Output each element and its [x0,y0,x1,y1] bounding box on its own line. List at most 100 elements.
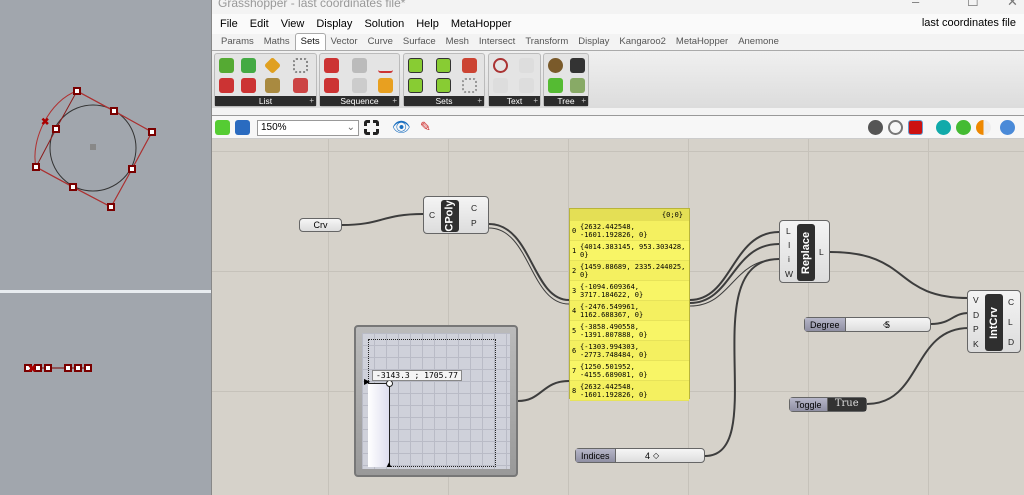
set-majority-icon[interactable] [436,78,451,93]
graft-icon[interactable] [570,78,585,93]
list-component-icon[interactable] [219,58,234,73]
input-port[interactable]: V [973,295,979,305]
replace-component[interactable]: L I i W Replace L [779,220,830,283]
input-port[interactable]: P [973,324,979,334]
tab-maths[interactable]: Maths [259,36,295,50]
tab-sets[interactable]: Sets [294,33,326,50]
input-port[interactable]: i [788,254,790,264]
input-port[interactable]: C [429,210,435,220]
degree-slider[interactable]: Degree 5 ◇ [804,317,931,332]
rhino-viewport[interactable]: ✖ ✖ [0,0,211,495]
sketch-pen-icon[interactable]: ✎ [420,119,431,135]
cull-pattern-icon[interactable] [324,78,339,93]
graph-handle[interactable] [386,380,393,387]
reverse-list-icon[interactable] [265,78,280,93]
random-icon[interactable] [378,58,393,73]
sprout-icon[interactable] [548,78,563,93]
preview-off-icon[interactable] [888,120,903,135]
input-port[interactable]: W [785,269,793,279]
jitter-icon[interactable] [378,78,393,93]
menu-solution[interactable]: Solution [364,18,404,30]
cull-index-icon[interactable] [324,58,339,73]
tab-surface[interactable]: Surface [398,36,441,50]
grasshopper-canvas[interactable]: Crv C CPoly C P {0;0} 0 {2632.442548, -16… [212,139,1024,495]
preview-selected-icon[interactable] [956,120,971,135]
menu-metahopper[interactable]: MetaHopper [451,18,512,30]
input-port[interactable]: L [786,226,791,236]
tab-transform[interactable]: Transform [520,36,573,50]
data-panel[interactable]: {0;0} 0 {2632.442548, -1601.192826, 0} 1 {4… [569,208,690,401]
menu-display[interactable]: Display [316,18,352,30]
shift-list-icon[interactable] [264,57,281,74]
cpoly-component[interactable]: C CPoly C P [423,196,489,234]
preview-shaded-icon[interactable] [908,120,923,135]
wire [829,251,970,299]
viewport-divider[interactable] [0,290,211,293]
duplicate-icon[interactable] [352,78,367,93]
text-split-icon[interactable] [493,58,508,73]
maximize-icon[interactable]: ☐ [967,0,979,10]
graph-area[interactable]: -3143.3 ; 1705.77 ▶ ▲ [362,333,510,469]
output-port[interactable]: C [471,203,477,213]
graph-readout: -3143.3 ; 1705.77 [372,370,462,381]
preview-wireframe-icon[interactable] [868,120,883,135]
boolean-toggle[interactable]: Toggle True [789,397,867,412]
zoom-select[interactable]: 150% ⌄ [257,120,359,136]
close-icon[interactable]: ✕ [1007,0,1018,10]
list-item-icon[interactable] [293,58,308,73]
open-file-icon[interactable] [215,120,230,135]
save-icon[interactable] [235,120,250,135]
menu-file[interactable]: File [220,18,238,30]
input-port[interactable]: D [973,310,979,320]
output-port[interactable]: C [1008,297,1014,307]
slider-handle[interactable]: ◇ [653,451,659,460]
member-index-icon[interactable] [462,58,477,73]
tree-stump-icon[interactable] [548,58,563,73]
tab-kangaroo2[interactable]: Kangaroo2 [614,36,670,50]
crv-param[interactable]: Crv [299,218,342,232]
split-list-icon[interactable] [241,78,256,93]
text-case-icon[interactable] [493,78,508,93]
preview-color-icon[interactable] [936,120,951,135]
preview-eye-icon[interactable]: 👁 [392,118,411,136]
list-length-icon[interactable] [293,78,308,93]
grasshopper-window: Grasshopper - last coordinates file* – ☐… [211,0,1024,495]
minimize-icon[interactable]: – [912,0,919,9]
tree-branch-icon[interactable] [570,58,585,73]
set-union-icon[interactable] [408,58,423,73]
input-port[interactable]: I [788,240,790,250]
preview-material-icon[interactable] [976,120,991,135]
tab-anemone[interactable]: Anemone [733,36,784,50]
series-icon[interactable] [352,58,367,73]
output-port[interactable]: D [1008,337,1014,347]
tab-curve[interactable]: Curve [363,36,398,50]
set-intersection-icon[interactable] [408,78,423,93]
text-replace-icon[interactable] [519,58,534,73]
tab-mesh[interactable]: Mesh [441,36,474,50]
graph-mapper[interactable]: -3143.3 ; 1705.77 ▶ ▲ [354,325,518,477]
tab-metahopper[interactable]: MetaHopper [671,36,733,50]
indices-slider[interactable]: Indices 4 ◇ [575,448,705,463]
tab-vector[interactable]: Vector [326,36,363,50]
menu-help[interactable]: Help [416,18,439,30]
menu-edit[interactable]: Edit [250,18,269,30]
sub-list-icon[interactable] [219,78,234,93]
sort-list-icon[interactable] [241,58,256,73]
set-difference-icon[interactable] [436,58,451,73]
tab-params[interactable]: Params [216,36,259,50]
toggle-value[interactable]: True [827,398,866,411]
zoom-extents-icon[interactable] [364,120,379,135]
intcrv-component[interactable]: V D P K IntCrv C L D [967,290,1021,353]
output-port[interactable]: L [819,247,824,257]
create-set-icon[interactable] [462,78,477,93]
menu-view[interactable]: View [281,18,305,30]
output-port[interactable]: P [471,218,477,228]
display-mode-icon[interactable] [1000,120,1015,135]
output-port[interactable]: L [1008,317,1013,327]
tab-intersect[interactable]: Intersect [474,36,520,50]
sort-text-icon[interactable] [519,78,534,93]
input-port[interactable]: K [973,339,979,349]
ribbon-group-label: List [215,96,316,106]
tab-display[interactable]: Display [573,36,614,50]
slider-handle[interactable]: ◇ [883,320,889,329]
